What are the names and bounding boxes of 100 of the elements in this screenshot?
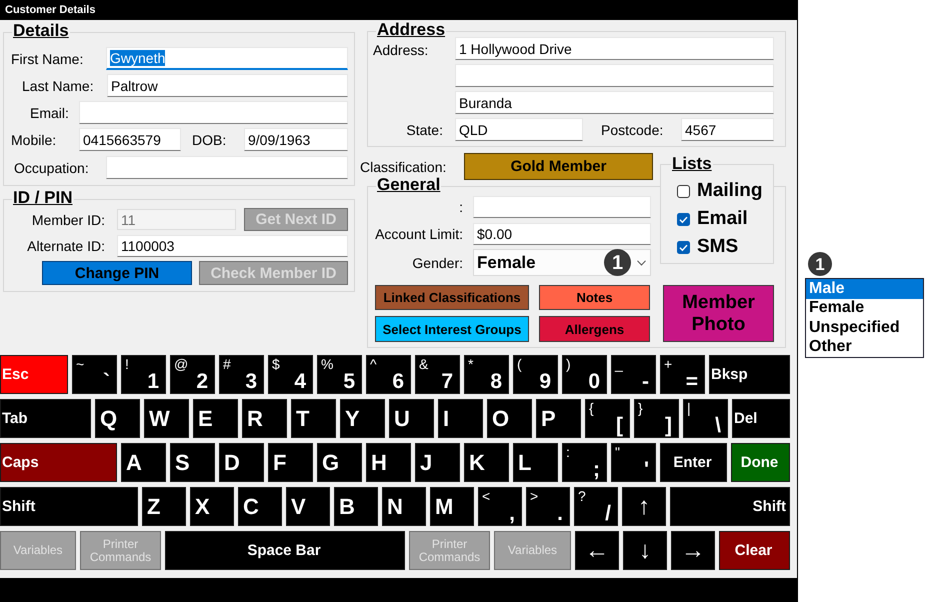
keyboard-key[interactable]: R [242,399,287,438]
keyboard-key[interactable]: ~ ` [72,355,117,394]
keyboard-key[interactable]: E [193,399,238,438]
keyboard-key[interactable]: X [190,487,234,526]
keyboard-key[interactable]: : ; [562,443,607,482]
text-field[interactable]: Paltrow [107,74,348,97]
callout-badge: 1 [808,252,832,276]
keyboard-key[interactable]: Caps [0,443,117,482]
group-title: General [376,175,442,195]
keyboard-key[interactable]: F [268,443,313,482]
keyboard-key[interactable]: ↓ [623,531,667,570]
action-button[interactable]: Linked Classifications [375,285,529,310]
keyboard-key[interactable]: } ] [634,399,679,438]
photo-button[interactable]: Member Photo [663,285,774,342]
keyboard-key[interactable]: S [170,443,215,482]
text-field[interactable] [106,156,348,179]
checkbox[interactable] [677,240,690,254]
keyboard-key[interactable]: ← [575,531,619,570]
dropdown-option[interactable]: Male [806,279,923,298]
keyboard-key[interactable]: % 5 [317,355,362,394]
field-label: Email: [30,104,69,120]
keyboard-key[interactable]: → [671,531,715,570]
keyboard-key[interactable]: * 8 [464,355,509,394]
field-label: Alternate ID: [27,238,105,254]
text-field[interactable]: 0415663579 [79,128,181,151]
keyboard-key[interactable]: # 3 [219,355,264,394]
keyboard-key[interactable]: ) 0 [562,355,607,394]
action-button[interactable]: Allergens [539,316,650,342]
keyboard-key[interactable]: Shift [670,487,790,526]
keyboard-key[interactable]: Del [732,399,790,438]
keyboard-key[interactable]: H [366,443,411,482]
keyboard-key[interactable]: | \ [683,399,728,438]
keyboard-key[interactable]: L [513,443,558,482]
keyboard-key[interactable]: M [430,487,474,526]
keyboard-key[interactable]: B [334,487,378,526]
keyboard-key[interactable]: Y [340,399,385,438]
keyboard-key[interactable]: Clear [719,531,790,570]
field-label: Member ID: [32,212,105,228]
field-label: Classification: [360,158,446,174]
keyboard-key[interactable]: ! 1 [121,355,166,394]
keyboard-key[interactable]: Bksp [709,355,790,394]
keyboard-key[interactable]: ( 9 [513,355,558,394]
text-field[interactable]: Gwyneth [106,47,348,70]
chevron-down-icon [637,260,646,266]
keyboard-key[interactable]: U [389,399,434,438]
keyboard-key[interactable]: Esc [0,355,68,394]
text-field[interactable] [455,64,774,87]
text-field[interactable]: 1100003 [117,235,348,257]
keyboard-key[interactable]: W [144,399,189,438]
keyboard-key[interactable]: ↑ [622,487,666,526]
callout-badge: 1 [604,249,631,276]
checkbox[interactable] [677,212,690,226]
keyboard-key[interactable]: O [487,399,532,438]
text-field[interactable]: 1 Hollywood Drive [455,37,774,60]
keyboard-key[interactable]: Z [142,487,186,526]
keyboard-key[interactable]: & 7 [415,355,460,394]
keyboard-key[interactable]: I [438,399,483,438]
text-field[interactable]: 9/09/1963 [244,128,348,151]
keyboard-key[interactable]: < , [478,487,522,526]
action-button[interactable]: Select Interest Groups [375,316,529,342]
keyboard-key[interactable]: + = [660,355,705,394]
action-button[interactable]: Notes [539,285,650,310]
action-button[interactable]: Change PIN [42,261,192,285]
keyboard-key[interactable]: P [536,399,581,438]
keyboard-key[interactable]: Q [95,399,140,438]
field-label: Mobile: [11,132,56,148]
keyboard-key[interactable]: K [464,443,509,482]
text-field[interactable]: Buranda [455,91,774,114]
group-title: ID / PIN [12,188,74,208]
keyboard-key[interactable]: { [ [585,399,630,438]
keyboard-key[interactable]: Tab [0,399,91,438]
keyboard-key[interactable]: C [238,487,282,526]
text-field[interactable] [79,101,348,124]
keyboard-key[interactable]: @ 2 [170,355,215,394]
keyboard-key[interactable]: $ 4 [268,355,313,394]
keyboard-key[interactable]: J [415,443,460,482]
keyboard-key[interactable]: Shift [0,487,138,526]
checkbox[interactable] [677,184,690,198]
text-field[interactable]: $0.00 [473,223,651,245]
text-field[interactable]: 4567 [681,118,774,141]
classification-button[interactable]: Gold Member [464,153,653,180]
keyboard-key[interactable]: A [121,443,166,482]
text-field[interactable]: QLD [455,118,583,141]
keyboard-key[interactable]: N [382,487,426,526]
field-label: Address: [373,41,428,60]
keyboard-key[interactable]: V [286,487,330,526]
keyboard-key[interactable]: ^ 6 [366,355,411,394]
keyboard-key[interactable]: Enter [660,443,727,482]
keyboard-key[interactable]: " ' [611,443,656,482]
keyboard-key[interactable]: _ - [611,355,656,394]
keyboard-key[interactable]: D [219,443,264,482]
keyboard-key[interactable]: Done [731,443,790,482]
keyboard-key[interactable]: ? / [574,487,618,526]
keyboard-key[interactable]: G [317,443,362,482]
field-label: Occupation: [14,160,89,176]
text-field[interactable] [473,196,651,218]
dropdown-field[interactable]: Female 1 [473,249,651,276]
keyboard-key[interactable]: T [291,399,336,438]
keyboard-key[interactable]: Space Bar [165,531,405,570]
keyboard-key[interactable]: > . [526,487,570,526]
